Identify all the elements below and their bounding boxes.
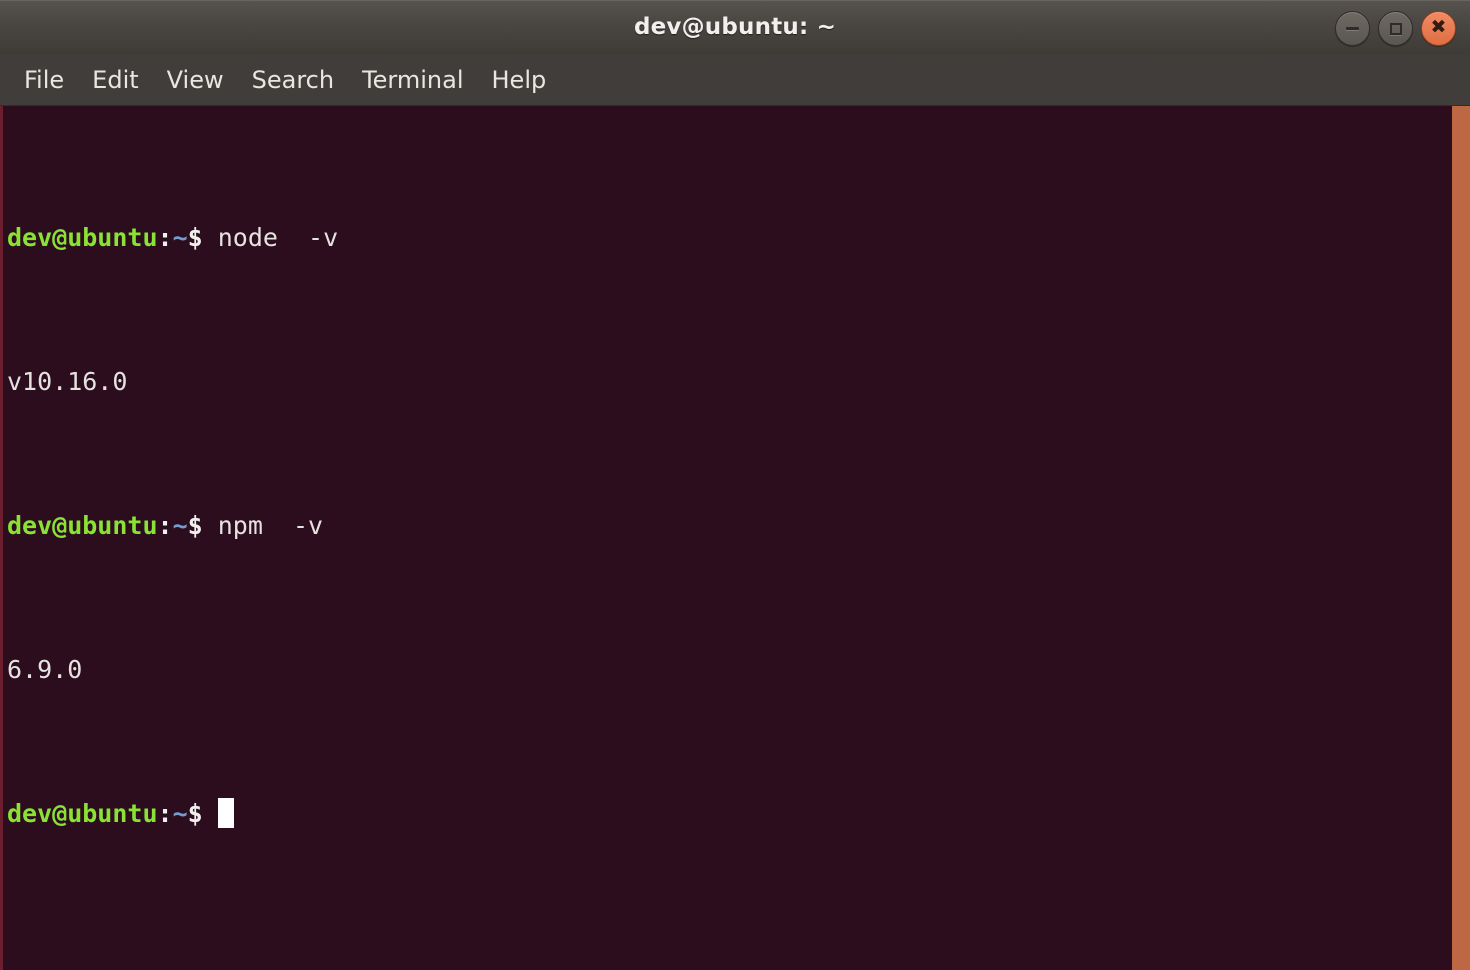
window-title: dev@ubuntu: ~ <box>633 14 837 40</box>
prompt-path: ~ <box>172 511 188 540</box>
prompt-symbol: $ <box>187 223 203 252</box>
menu-item-terminal[interactable]: Terminal <box>348 63 477 97</box>
menu-item-view[interactable]: View <box>153 63 238 97</box>
minimize-button[interactable] <box>1335 11 1370 46</box>
terminal-input[interactable] <box>203 799 218 828</box>
titlebar[interactable]: dev@ubuntu: ~ ✖ <box>0 0 1470 56</box>
prompt-user-host: dev@ubuntu <box>7 511 158 540</box>
terminal-window: dev@ubuntu: ~ ✖ File Edit View Search Te… <box>0 0 1470 970</box>
menu-item-edit[interactable]: Edit <box>78 63 152 97</box>
close-icon: ✖ <box>1430 16 1447 38</box>
terminal-command: npm -v <box>202 511 324 540</box>
terminal-line: 6.9.0 <box>7 652 1470 688</box>
menu-item-file[interactable]: File <box>10 63 78 97</box>
terminal-line: dev@ubuntu:~$ npm -v <box>7 508 1470 544</box>
terminal-line: v10.16.0 <box>7 364 1470 400</box>
window-right-edge <box>1452 106 1470 970</box>
terminal-line: dev@ubuntu:~$ node -v <box>7 220 1470 256</box>
terminal-line-active: dev@ubuntu:~$ <box>7 796 1470 832</box>
terminal-output: 6.9.0 <box>7 655 83 684</box>
prompt-colon: : <box>157 223 173 252</box>
prompt-colon: : <box>157 511 173 540</box>
window-controls: ✖ <box>1335 11 1456 46</box>
terminal-output: v10.16.0 <box>7 367 128 396</box>
menu-item-help[interactable]: Help <box>478 63 561 97</box>
prompt-user-host: dev@ubuntu <box>7 223 158 252</box>
prompt-path: ~ <box>172 223 188 252</box>
maximize-icon <box>1379 12 1412 45</box>
menubar: File Edit View Search Terminal Help <box>0 55 1470 106</box>
prompt-colon: : <box>157 799 173 828</box>
prompt-path: ~ <box>172 799 188 828</box>
terminal-cursor <box>217 798 234 828</box>
prompt-symbol: $ <box>187 511 203 540</box>
terminal-command: node -v <box>202 223 339 252</box>
prompt-symbol: $ <box>187 799 203 828</box>
minimize-icon <box>1336 12 1369 45</box>
close-button[interactable]: ✖ <box>1421 11 1456 46</box>
maximize-button[interactable] <box>1378 11 1413 46</box>
terminal-screen: dev@ubuntu:~$ node -v v10.16.0 dev@ubunt… <box>7 112 1470 940</box>
prompt-user-host: dev@ubuntu <box>7 799 158 828</box>
terminal-body[interactable]: dev@ubuntu:~$ node -v v10.16.0 dev@ubunt… <box>0 106 1470 970</box>
menu-item-search[interactable]: Search <box>238 63 348 97</box>
